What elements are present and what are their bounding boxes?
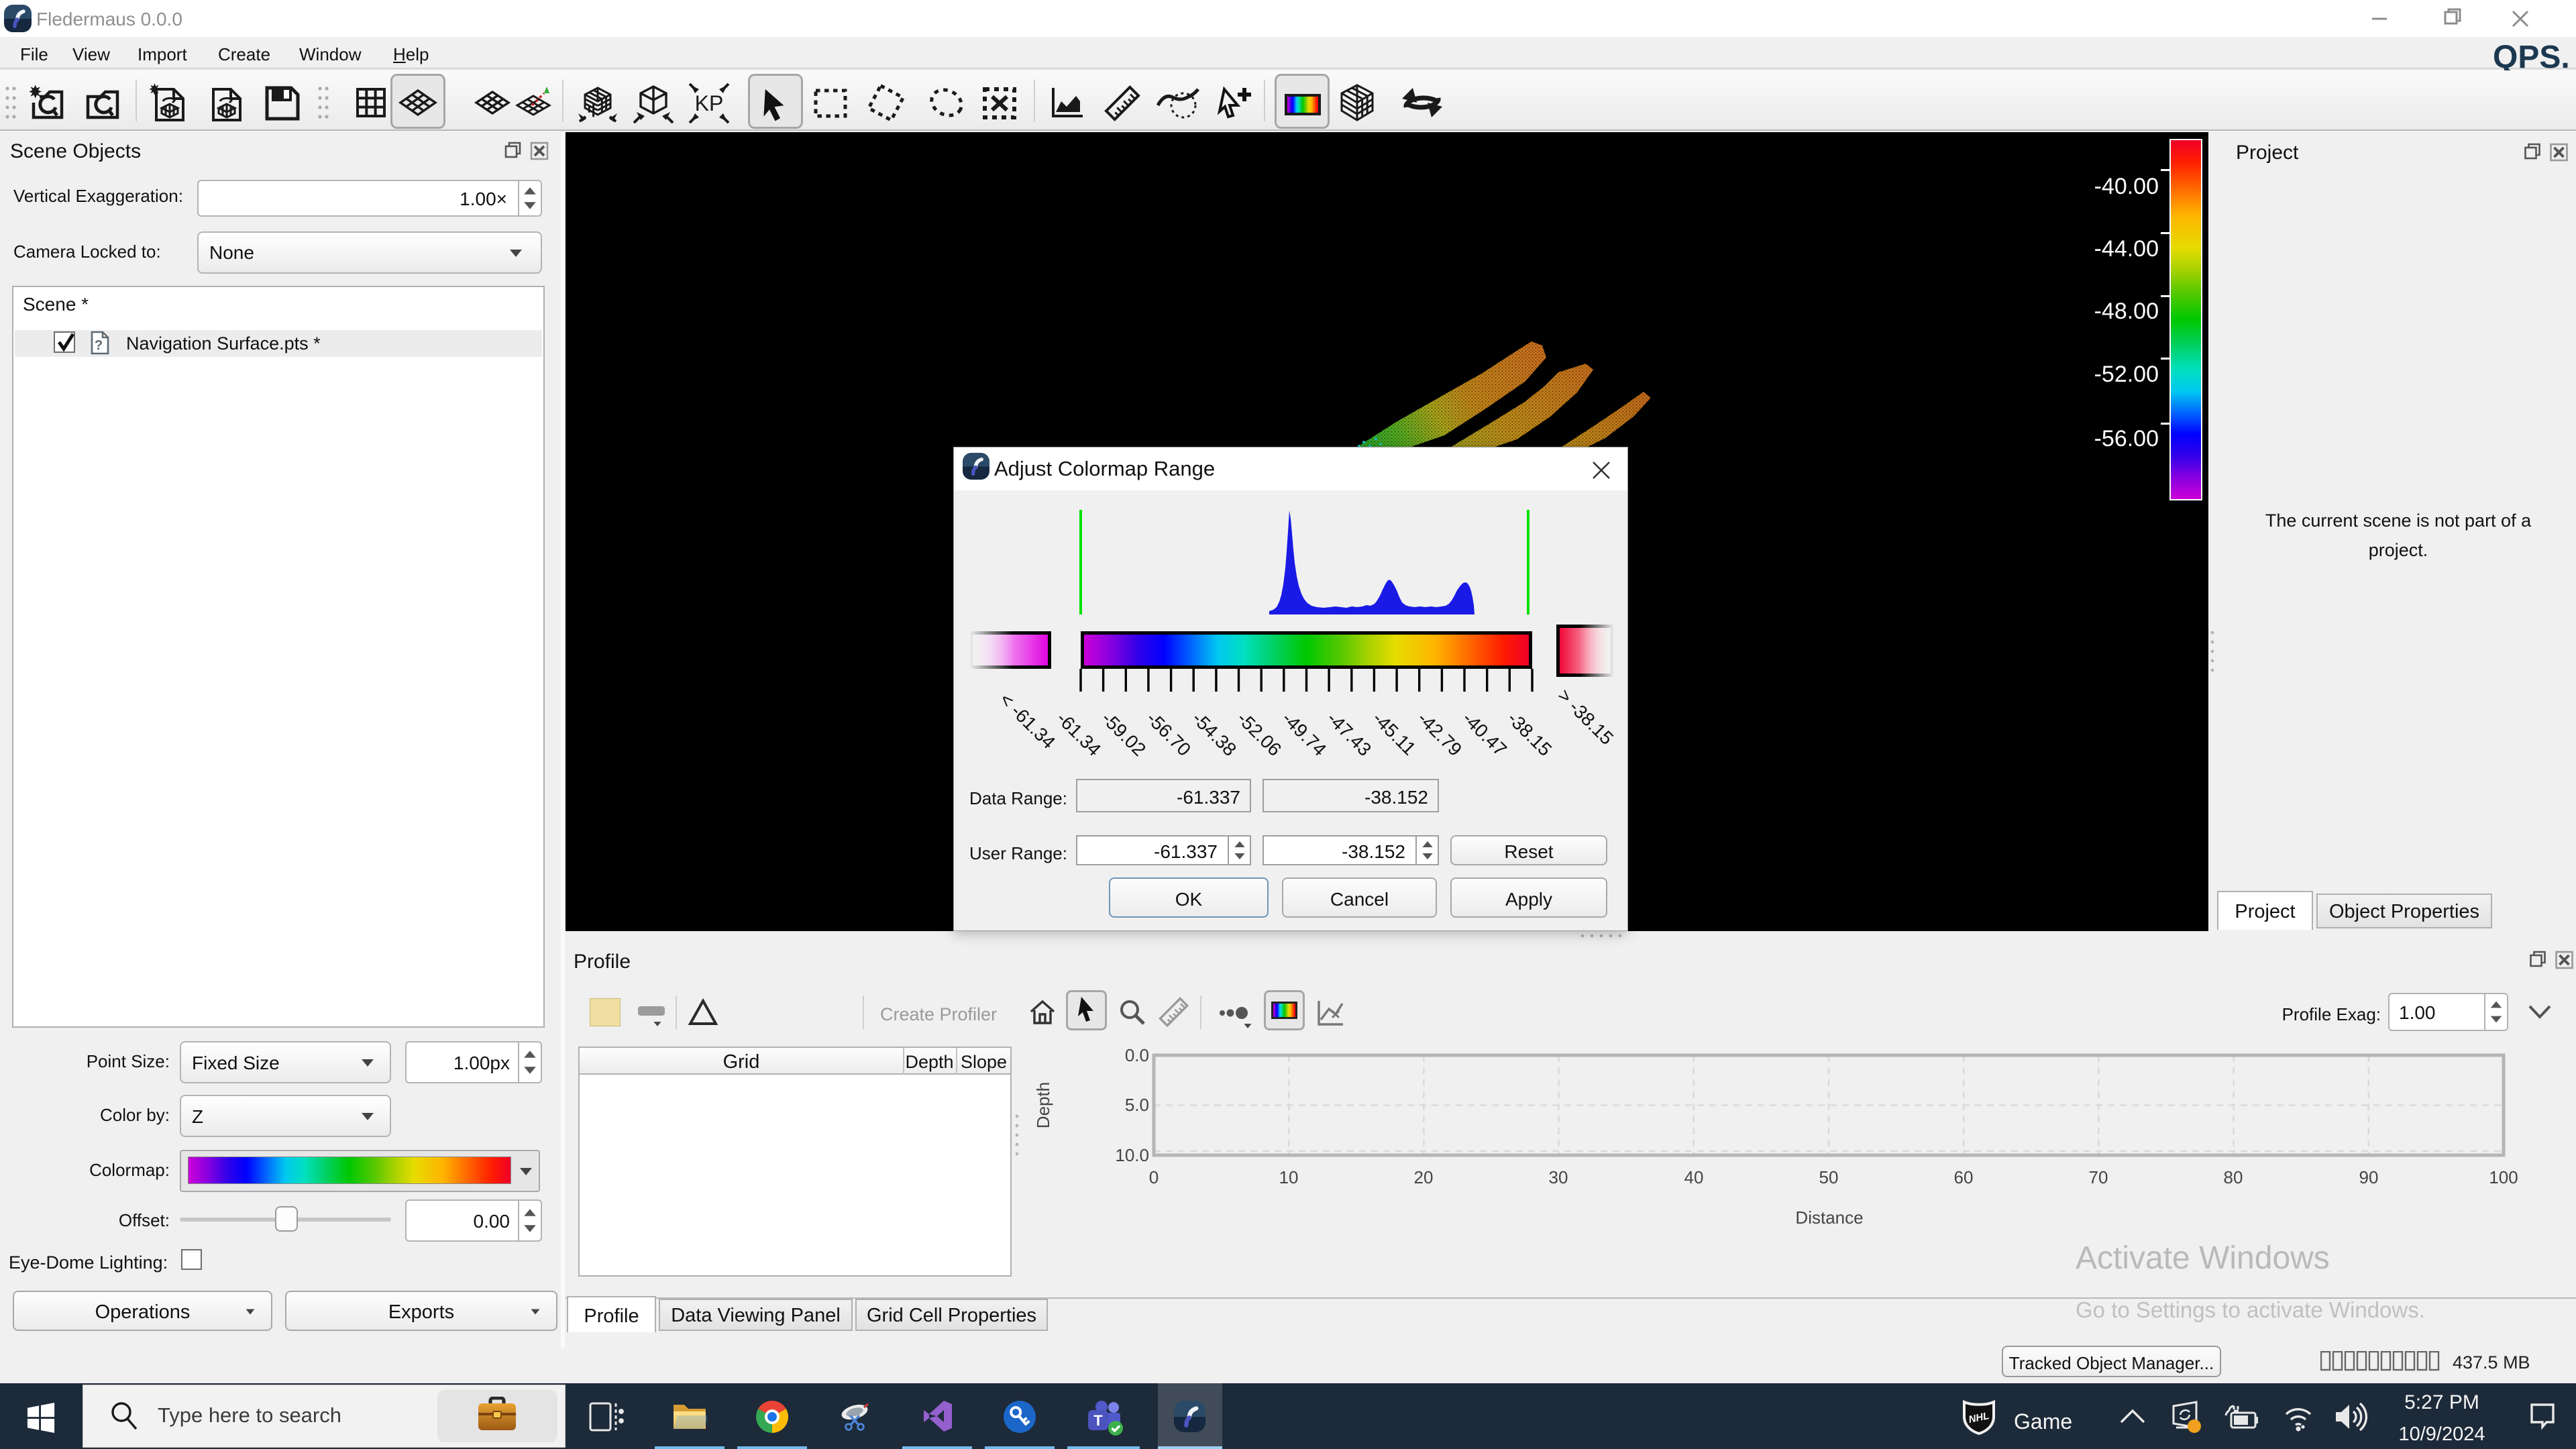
svg-text:KP: KP <box>695 91 724 115</box>
svg-text:?: ? <box>95 338 103 353</box>
svg-text:T: T <box>1093 1412 1103 1429</box>
